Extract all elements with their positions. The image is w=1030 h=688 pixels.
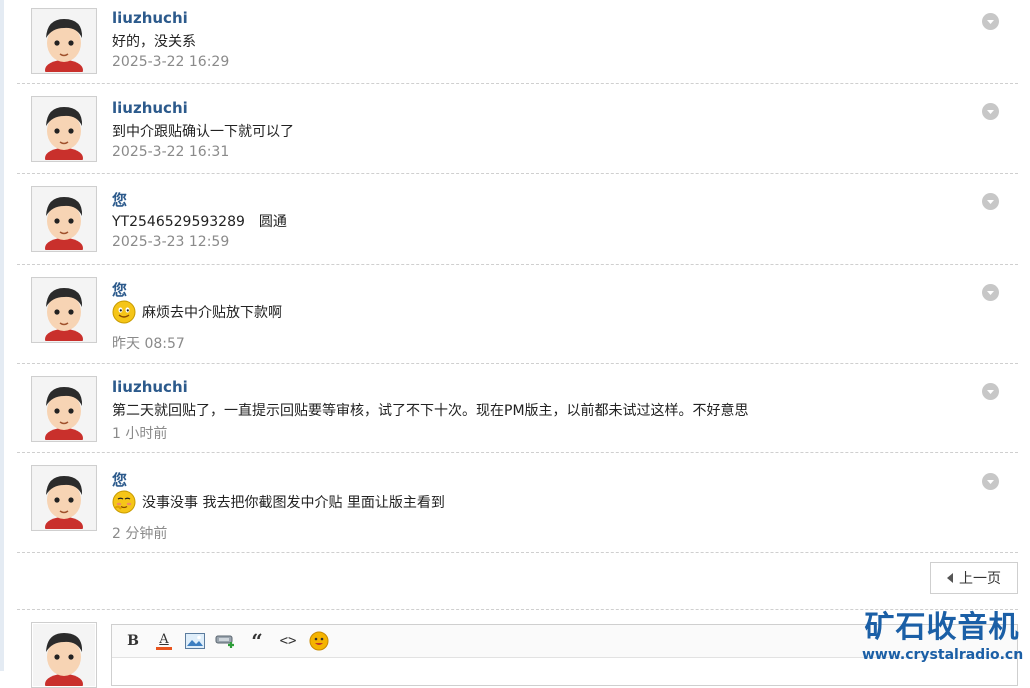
left-border <box>0 0 4 671</box>
message-author[interactable]: 您 <box>112 469 127 490</box>
avatar[interactable] <box>31 8 97 74</box>
message-time: 2025-3-22 16:31 <box>112 144 230 160</box>
font-color-label: A <box>159 631 169 647</box>
shy-emoji-icon <box>112 490 136 514</box>
message-item: liuzhuchi 第二天就回贴了，一直提示回贴要等审核，试了不下十次。现在PM… <box>17 364 1018 453</box>
quote-icon[interactable]: “ <box>244 628 270 654</box>
emoji-icon[interactable] <box>306 628 332 654</box>
avatar-cartoon-icon <box>33 98 95 160</box>
message-text-content: 到中介跟贴确认一下就可以了 <box>112 124 294 140</box>
message-item: liuzhuchi 好的，没关系 2025-3-22 16:29 <box>17 0 1018 84</box>
chevron-down-icon[interactable] <box>982 103 999 120</box>
chevron-down-icon[interactable] <box>982 383 999 400</box>
avatar-cartoon-icon <box>33 279 95 341</box>
message-author[interactable]: 您 <box>112 189 127 210</box>
avatar-cartoon-icon <box>33 467 95 529</box>
message-text-content: 好的，没关系 <box>112 34 196 50</box>
site-watermark: 矿石收音机 www.crystalradio.cn <box>862 610 1024 664</box>
link-icon[interactable] <box>213 628 239 654</box>
message-text-content: 麻烦去中介贴放下款啊 <box>142 305 282 321</box>
message-text-content: YT2546529593289 圆通 <box>112 214 287 230</box>
reply-avatar <box>31 622 97 688</box>
avatar-cartoon-icon <box>33 624 95 686</box>
message-text-content: 第二天就回贴了，一直提示回贴要等审核，试了不下十次。现在PM版主，以前都未试过这… <box>112 403 749 419</box>
avatar[interactable] <box>31 376 97 442</box>
code-icon[interactable]: <> <box>275 628 301 654</box>
message-text: 到中介跟贴确认一下就可以了 <box>112 121 294 141</box>
message-text: 好的，没关系 <box>112 31 196 51</box>
prev-page-label: 上一页 <box>959 571 1001 587</box>
message-text: 第二天就回贴了，一直提示回贴要等审核，试了不下十次。现在PM版主，以前都未试过这… <box>112 400 749 420</box>
message-text: 没事没事 我去把你截图发中介贴 里面让版主看到 <box>112 490 445 514</box>
avatar-cartoon-icon <box>33 378 95 440</box>
code-label: <> <box>279 633 297 649</box>
message-author[interactable]: liuzhuchi <box>112 378 188 396</box>
chevron-down-icon[interactable] <box>982 13 999 30</box>
chevron-down-icon[interactable] <box>982 473 999 490</box>
watermark-url: www.crystalradio.cn <box>862 647 1024 663</box>
avatar[interactable] <box>31 465 97 531</box>
quote-label: “ <box>251 629 263 653</box>
message-text: YT2546529593289 圆通 <box>112 211 287 231</box>
message-time: 1 小时前 <box>112 426 168 442</box>
prev-page-button[interactable]: 上一页 <box>930 562 1018 594</box>
avatar-cartoon-icon <box>33 188 95 250</box>
message-time: 2025-3-23 12:59 <box>112 234 230 250</box>
avatar[interactable] <box>31 277 97 343</box>
smile-emoji-icon <box>112 300 136 324</box>
avatar-cartoon-icon <box>33 10 95 72</box>
message-text-content: 没事没事 我去把你截图发中介贴 里面让版主看到 <box>142 495 445 511</box>
avatar[interactable] <box>31 186 97 252</box>
avatar[interactable] <box>31 96 97 162</box>
message-time: 昨天 08:57 <box>112 336 185 352</box>
pagination: 上一页 <box>17 549 1018 610</box>
message-author[interactable]: liuzhuchi <box>112 9 188 27</box>
chevron-down-icon[interactable] <box>982 193 999 210</box>
chevron-down-icon[interactable] <box>982 284 999 301</box>
bold-label: B <box>127 633 139 649</box>
image-icon[interactable] <box>182 628 208 654</box>
message-time: 2025-3-22 16:29 <box>112 54 230 70</box>
message-author[interactable]: 您 <box>112 279 127 300</box>
font-color-icon[interactable]: A <box>151 628 177 654</box>
message-author[interactable]: liuzhuchi <box>112 99 188 117</box>
message-list: liuzhuchi 好的，没关系 2025-3-22 16:29 liuzhuc… <box>17 0 1018 553</box>
message-text: 麻烦去中介贴放下款啊 <box>112 300 282 324</box>
message-time: 2 分钟前 <box>112 526 168 542</box>
message-item: 您 麻烦去中介贴放下款啊 昨天 08:57 <box>17 265 1018 364</box>
watermark-title: 矿石收音机 <box>864 610 1020 645</box>
bold-icon[interactable]: B <box>120 628 146 654</box>
caret-left-icon <box>947 573 953 583</box>
message-item: liuzhuchi 到中介跟贴确认一下就可以了 2025-3-22 16:31 <box>17 84 1018 174</box>
message-item: 您 YT2546529593289 圆通 2025-3-23 12:59 <box>17 174 1018 265</box>
message-item: 您 没事没事 我去把你截图发中介贴 里面让版主看到 2 分钟前 <box>17 453 1018 553</box>
